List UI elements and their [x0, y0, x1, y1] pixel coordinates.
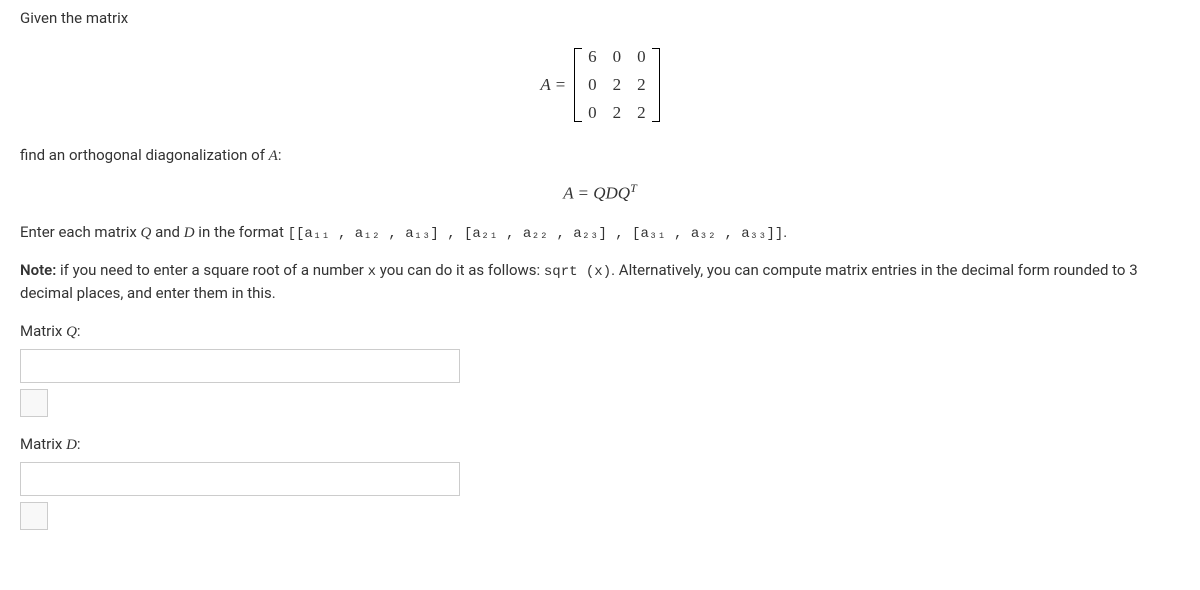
matrix-q-input[interactable] — [20, 349, 460, 383]
matrix-body: 6 0 0 0 2 2 0 2 2 — [582, 43, 652, 127]
matrix-d-submit-button[interactable] — [20, 502, 48, 530]
enter-instructions: Enter each matrix Q and D in the format … — [20, 222, 1180, 245]
matrix-brackets: 6 0 0 0 2 2 0 2 2 — [574, 43, 660, 127]
matrix-q-submit-button[interactable] — [20, 389, 48, 417]
note-label: Note: — [20, 261, 56, 279]
matrix-display: A = 6 0 0 0 2 2 0 2 2 — [20, 43, 1180, 127]
matrix-label: A = — [540, 75, 566, 95]
intro-text: Given the matrix — [20, 8, 1180, 29]
matrix-q-label: Matrix Q: — [20, 322, 1180, 341]
sqrt-example: sqrt (x) — [544, 264, 611, 280]
format-string: [[a₁₁ , a₁₂ , a₁₃] , [a₂₁ , a₂₂ , a₂₃] ,… — [288, 226, 784, 242]
diagonalization-equation: A = QDQT — [20, 181, 1180, 204]
matrix-d-label: Matrix D: — [20, 435, 1180, 454]
note-block: Note: if you need to enter a square root… — [20, 260, 1180, 304]
matrix-d-input[interactable] — [20, 462, 460, 496]
problem-content: Given the matrix A = 6 0 0 0 2 2 0 2 2 — [0, 0, 1200, 568]
find-text: find an orthogonal diagonalization of A: — [20, 145, 1180, 167]
